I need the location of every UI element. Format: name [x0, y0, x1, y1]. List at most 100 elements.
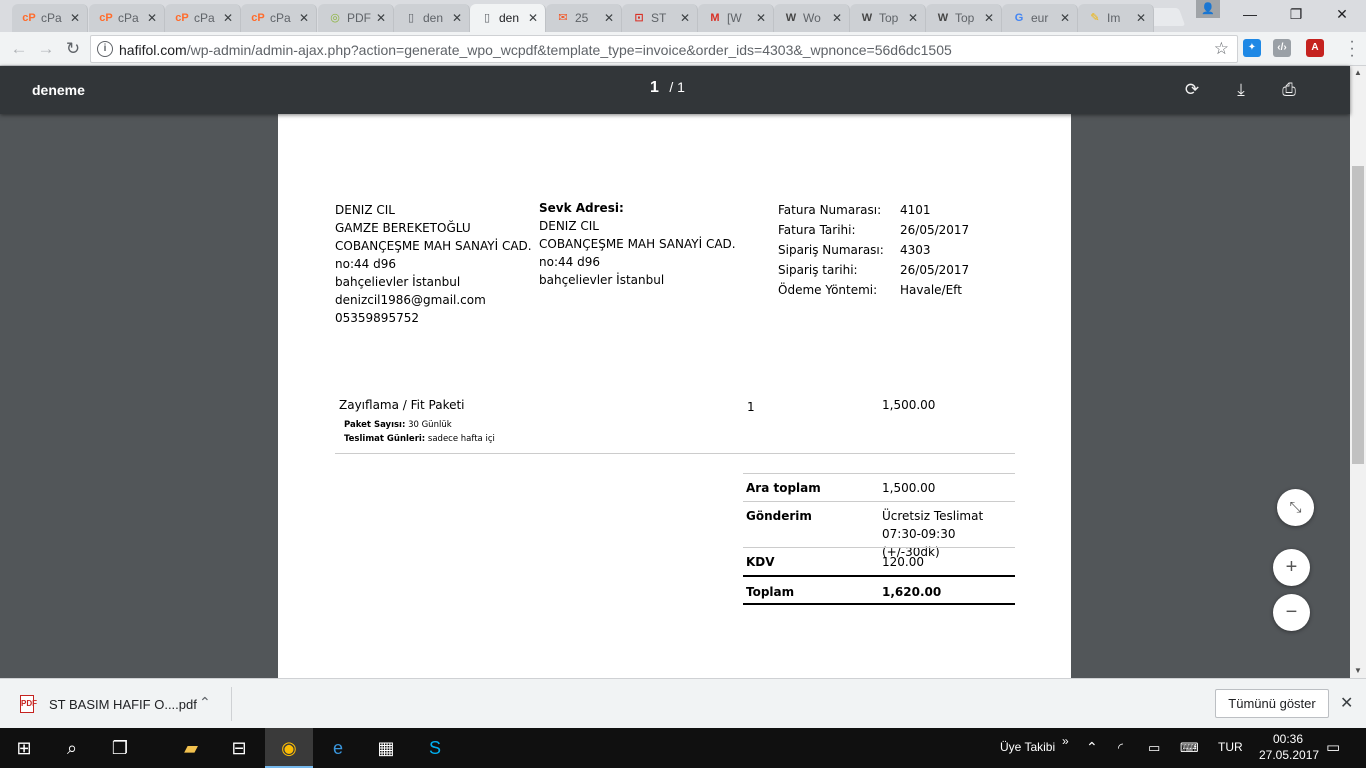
pdf-page-current[interactable]: 1: [650, 79, 659, 96]
restore-icon[interactable]: ❐: [1273, 0, 1319, 30]
browser-tab[interactable]: ▯ den ✕: [470, 4, 546, 32]
browser-tab[interactable]: cP cPa ✕: [165, 4, 241, 32]
meta-label: Sipariş tarihi:: [778, 263, 858, 277]
address-bar[interactable]: i hafifol.com/wp-admin/admin-ajax.php?ac…: [90, 35, 1238, 63]
zoom-out-icon[interactable]: −: [1273, 594, 1310, 631]
search-icon[interactable]: ⌕: [48, 728, 96, 768]
scroll-up-icon[interactable]: ▲: [1350, 66, 1366, 80]
browser-tab[interactable]: W Top ✕: [926, 4, 1002, 32]
profile-icon[interactable]: 👤: [1196, 0, 1220, 18]
calculator-icon[interactable]: ▦: [362, 728, 410, 768]
browser-tab[interactable]: cP cPa ✕: [241, 4, 317, 32]
pdf-page: DENIZ CIL GAMZE BEREKETOĞLU COBANÇEŞME MAH…: [278, 114, 1071, 678]
tab-close-icon[interactable]: ✕: [525, 11, 541, 25]
battery-icon[interactable]: ▭: [1148, 740, 1160, 756]
tab-close-icon[interactable]: ✕: [373, 11, 389, 25]
tab-close-icon[interactable]: ✕: [144, 11, 160, 25]
show-hidden-icons-icon[interactable]: ⌃: [1086, 739, 1098, 756]
totals-value-line: 1,620.00: [882, 585, 942, 599]
browser-tab[interactable]: Geur ✕: [1002, 4, 1078, 32]
browser-tab[interactable]: ⊡ ST ✕: [622, 4, 698, 32]
browser-tab[interactable]: W Top ✕: [850, 4, 926, 32]
browser-tab[interactable]: ▯ den ✕: [394, 4, 470, 32]
back-icon[interactable]: ←: [8, 38, 30, 60]
browser-tab[interactable]: cP cPa ✕: [12, 4, 88, 32]
tab-favicon-icon: W: [937, 12, 949, 24]
scroll-down-icon[interactable]: ▼: [1350, 664, 1366, 678]
tab-close-icon[interactable]: ✕: [1057, 11, 1073, 25]
pdf-file-icon: PDF: [20, 695, 37, 713]
tab-close-icon[interactable]: ✕: [981, 11, 997, 25]
browser-tab[interactable]: M [W ✕: [698, 4, 774, 32]
taskbar-clock[interactable]: 00:36 27.05.2017: [1259, 731, 1319, 763]
browser-tab[interactable]: ◎ PDF ✕: [318, 4, 394, 32]
tab-title: cPa: [194, 11, 215, 25]
store-icon[interactable]: ⊟: [215, 728, 263, 768]
messenger-extension-icon[interactable]: ✦: [1243, 39, 1261, 57]
tab-close-icon[interactable]: ✕: [905, 11, 921, 25]
tab-close-icon[interactable]: ✕: [220, 11, 236, 25]
scrollbar-thumb[interactable]: [1352, 166, 1364, 464]
billing-address-line: bahçelievler İstanbul: [335, 275, 461, 289]
chrome-icon[interactable]: ◉: [265, 728, 313, 768]
tab-close-icon[interactable]: ✕: [67, 11, 83, 25]
tray-label[interactable]: Üye Takibi: [1000, 740, 1055, 754]
tab-close-icon[interactable]: ✕: [601, 11, 617, 25]
browser-tab[interactable]: cP cPa ✕: [89, 4, 165, 32]
shipping-heading: Sevk Adresi:: [539, 201, 624, 215]
download-file-name[interactable]: ST BASIM HAFIF O....pdf: [49, 697, 197, 712]
task-view-icon[interactable]: ❐: [96, 728, 144, 768]
billing-address-line: no:44 d96: [335, 257, 396, 271]
acrobat-extension-icon[interactable]: A: [1306, 39, 1324, 57]
browser-tab[interactable]: ✎ Im ✕: [1078, 4, 1154, 32]
skype-icon[interactable]: S: [411, 728, 459, 768]
tab-title: eur: [1031, 11, 1049, 25]
tab-close-icon[interactable]: ✕: [753, 11, 769, 25]
pdf-page-indicator: 1 / 1: [650, 79, 685, 97]
pdf-document-title: deneme: [32, 82, 85, 98]
edge-icon[interactable]: e: [314, 728, 362, 768]
order-item-row: Zayıflama / Fit Paketi Paket Sayısı: 30 …: [335, 396, 1015, 454]
forward-icon[interactable]: →: [35, 38, 57, 60]
input-language[interactable]: TUR: [1218, 740, 1243, 754]
browser-tab[interactable]: ✉ 25 ✕: [546, 4, 622, 32]
browser-menu-icon[interactable]: · · ·: [1346, 34, 1358, 64]
start-icon[interactable]: ⊞: [0, 728, 48, 768]
item-meta-line: Teslimat Günleri: sadece hafta içi: [344, 432, 495, 446]
window-close-icon[interactable]: ✕: [1319, 0, 1365, 30]
tab-title: Top: [879, 11, 899, 25]
keyboard-icon[interactable]: ⌨: [1180, 740, 1199, 756]
meta-value: 26/05/2017: [900, 223, 970, 237]
file-explorer-icon[interactable]: ▰: [167, 728, 215, 768]
wifi-icon[interactable]: ◜: [1118, 740, 1123, 756]
tab-close-icon[interactable]: ✕: [296, 11, 312, 25]
close-shelf-icon[interactable]: ✕: [1340, 693, 1353, 713]
billing-address-line: COBANÇEŞME MAH SANAYİ CAD.: [335, 239, 532, 253]
show-all-downloads-button[interactable]: Tümünü göster: [1215, 689, 1329, 718]
code-extension-icon[interactable]: ‹/›: [1273, 39, 1291, 57]
vertical-scrollbar[interactable]: ▲ ▼: [1350, 66, 1366, 678]
totals-value: 1,500.00: [882, 479, 935, 497]
site-info-icon[interactable]: i: [97, 41, 113, 57]
windows-taskbar: ⊞ ⌕ ❐ ▰ ⊟ ◉ e ▦ S Üye Takibi » ⌃ ◜ ▭ ⌨ T…: [0, 728, 1366, 768]
bookmark-star-icon[interactable]: ☆: [1214, 39, 1229, 59]
tab-close-icon[interactable]: ✕: [449, 11, 465, 25]
print-icon[interactable]: ⎙: [1277, 78, 1301, 102]
rotate-icon[interactable]: ⟳: [1180, 78, 1204, 102]
zoom-in-icon[interactable]: +: [1273, 549, 1310, 586]
address-url[interactable]: hafifol.com/wp-admin/admin-ajax.php?acti…: [119, 42, 952, 58]
download-icon[interactable]: ⤓: [1229, 78, 1253, 102]
tab-close-icon[interactable]: ✕: [677, 11, 693, 25]
tab-close-icon[interactable]: ✕: [829, 11, 845, 25]
meta-label: Ödeme Yöntemi:: [778, 283, 878, 297]
tab-close-icon[interactable]: ✕: [1133, 11, 1149, 25]
reload-icon[interactable]: ↻: [62, 38, 84, 60]
download-options-icon[interactable]: ⌃: [199, 694, 211, 711]
notifications-icon[interactable]: ▭: [1326, 738, 1340, 756]
browser-tab[interactable]: W Wo ✕: [774, 4, 850, 32]
minimize-icon[interactable]: —: [1227, 0, 1273, 30]
tray-more-icon[interactable]: »: [1062, 734, 1069, 748]
meta-label: Fatura Tarihi:: [778, 223, 856, 237]
fit-to-page-icon[interactable]: ⤡: [1277, 489, 1314, 526]
tab-favicon-icon: cP: [99, 12, 113, 24]
